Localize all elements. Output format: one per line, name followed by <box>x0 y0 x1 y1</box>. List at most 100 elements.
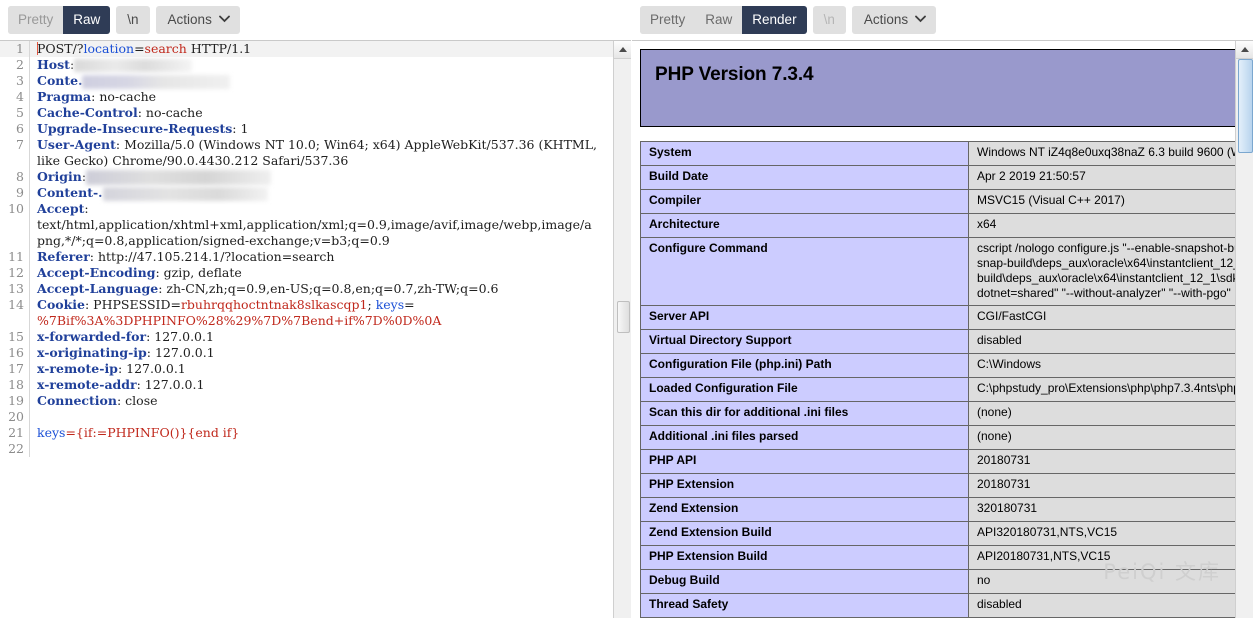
row-label: Compiler <box>641 190 969 214</box>
line-number: 9 <box>0 185 30 201</box>
row-label: System <box>641 142 969 166</box>
tab-request-raw[interactable]: Raw <box>63 6 110 35</box>
code-line: 4 Pragma: no-cache <box>0 89 613 105</box>
header-name: x-forwarded-for <box>37 329 146 344</box>
header-value: : 1 <box>232 121 248 136</box>
line-content: Accept-Encoding: gzip, deflate <box>30 265 614 281</box>
response-render-frame: PHP Version 7.3.4 System Windows NT iZ4q… <box>632 40 1253 618</box>
response-toolbar: Pretty Raw Render \n Actions <box>632 0 1253 40</box>
line-content: x-remote-ip: 127.0.0.1 <box>30 361 614 377</box>
request-editor-wrap: 1 POST/?location=search HTTP/1.1 2 Host:… <box>0 40 631 618</box>
code-line: 5 Cache-Control: no-cache <box>0 105 613 121</box>
request-actions-button[interactable]: Actions <box>156 6 240 35</box>
line-content: POST/?location=search HTTP/1.1 <box>30 41 614 57</box>
tab-response-render[interactable]: Render <box>742 6 806 35</box>
line-number: 8 <box>0 169 30 185</box>
line-content: Cache-Control: no-cache <box>30 105 614 121</box>
scroll-up-button[interactable] <box>614 41 631 59</box>
scroll-thumb[interactable] <box>1238 59 1253 153</box>
phpinfo-table-body: System Windows NT iZ4q8e0uxq38naZ 6.3 bu… <box>641 142 1236 618</box>
request-vertical-scrollbar[interactable] <box>613 41 631 618</box>
row-value: (none) <box>969 402 1236 426</box>
cookie-keys-name: keys <box>376 297 404 312</box>
header-value: : 127.0.0.1 <box>147 345 215 360</box>
line-number: 19 <box>0 393 30 409</box>
response-actions-label: Actions <box>864 13 908 27</box>
line-content: Origin: <box>30 169 614 185</box>
table-row: System Windows NT iZ4q8e0uxq38naZ 6.3 bu… <box>641 142 1236 166</box>
request-view-mode-group: Pretty Raw <box>8 6 110 35</box>
path-prefix: /? <box>73 41 84 56</box>
row-value: API20180731,NTS,VC15 <box>969 546 1236 570</box>
line-number: 4 <box>0 89 30 105</box>
row-value: Windows NT iZ4q8e0uxq38naZ 6.3 build 960… <box>969 142 1236 166</box>
code-line: 13 Accept-Language: zh-CN,zh;q=0.9,en-US… <box>0 281 613 297</box>
table-row: Compiler MSVC15 (Visual C++ 2017) <box>641 190 1236 214</box>
scroll-thumb[interactable] <box>617 301 630 333</box>
line-number: 21 <box>0 425 30 441</box>
query-value: search <box>145 41 187 56</box>
line-number: 13 <box>0 281 30 297</box>
tab-response-raw[interactable]: Raw <box>695 6 742 35</box>
tab-request-pretty[interactable]: Pretty <box>8 6 63 35</box>
tab-response-pretty[interactable]: Pretty <box>640 6 695 35</box>
header-name: Referer <box>37 249 90 264</box>
row-value: 20180731 <box>969 474 1236 498</box>
line-content: x-forwarded-for: 127.0.0.1 <box>30 329 614 345</box>
line-content: x-originating-ip: 127.0.0.1 <box>30 345 614 361</box>
response-newline-button[interactable]: \n <box>813 6 846 35</box>
response-vertical-scrollbar[interactable] <box>1235 41 1253 618</box>
row-label: Architecture <box>641 214 969 238</box>
configure-line: snap-build\deps_aux\oracle\x64\instantcl… <box>977 256 1235 270</box>
scroll-up-button[interactable] <box>1236 41 1253 59</box>
triangle-up-icon <box>1241 47 1249 52</box>
header-value: : Mozilla/5.0 (Windows NT 10.0; Win64; x… <box>116 137 597 152</box>
row-value: C:\Windows <box>969 354 1236 378</box>
header-name: x-originating-ip <box>37 345 147 360</box>
request-toolbar: Pretty Raw \n Actions <box>0 0 631 40</box>
code-line: 19 Connection: close <box>0 393 613 409</box>
table-row: Architecture x64 <box>641 214 1236 238</box>
line-content: Connection: close <box>30 393 614 409</box>
line-number: 5 <box>0 105 30 121</box>
request-editor[interactable]: 1 POST/?location=search HTTP/1.1 2 Host:… <box>0 41 613 618</box>
code-line: 3 Conte. <box>0 73 613 89</box>
code-line: 20 <box>0 409 613 425</box>
line-number: 17 <box>0 361 30 377</box>
header-name: Pragma <box>37 89 91 104</box>
line-content: x-remote-addr: 127.0.0.1 <box>30 377 614 393</box>
code-line: 15 x-forwarded-for: 127.0.0.1 <box>0 329 613 345</box>
row-value: C:\phpstudy_pro\Extensions\php\php7.3.4n… <box>969 378 1236 402</box>
code-line: 2 Host: <box>0 57 613 73</box>
code-line: 21 keys={if:=PHPINFO()}{end if} <box>0 425 613 441</box>
header-name: Content-. <box>37 185 103 200</box>
configure-line: cscript /nologo configure.js "--enable-s… <box>977 241 1235 255</box>
header-name: x-remote-ip <box>37 361 118 376</box>
body-param-value: ={if:=PHPINFO()}{end if} <box>65 425 239 440</box>
triangle-up-icon <box>619 47 627 52</box>
chevron-down-icon <box>915 15 925 25</box>
row-value: disabled <box>969 594 1236 618</box>
table-row: Virtual Directory Support disabled <box>641 330 1236 354</box>
phpinfo-banner: PHP Version 7.3.4 <box>640 49 1235 127</box>
code-line: 12 Accept-Encoding: gzip, deflate <box>0 265 613 281</box>
row-value: 320180731 <box>969 498 1236 522</box>
line-content: Accept:text/html,application/xhtml+xml,a… <box>30 201 614 249</box>
line-content: Host: <box>30 57 614 73</box>
query-key: location <box>83 41 134 56</box>
http-protocol: HTTP/1.1 <box>191 41 251 56</box>
row-label: Zend Extension <box>641 498 969 522</box>
cookie-delim: ; <box>368 297 376 312</box>
line-number: 12 <box>0 265 30 281</box>
table-row: Debug Build no <box>641 570 1236 594</box>
header-value: : no-cache <box>138 105 203 120</box>
row-label: PHP Extension Build <box>641 546 969 570</box>
row-label: Virtual Directory Support <box>641 330 969 354</box>
row-label: Server API <box>641 306 969 330</box>
request-newline-button[interactable]: \n <box>116 6 149 35</box>
response-actions-button[interactable]: Actions <box>852 6 936 35</box>
code-line: 1 POST/?location=search HTTP/1.1 <box>0 41 613 57</box>
table-row: Thread Safety disabled <box>641 594 1236 618</box>
row-value: x64 <box>969 214 1236 238</box>
row-value: no <box>969 570 1236 594</box>
